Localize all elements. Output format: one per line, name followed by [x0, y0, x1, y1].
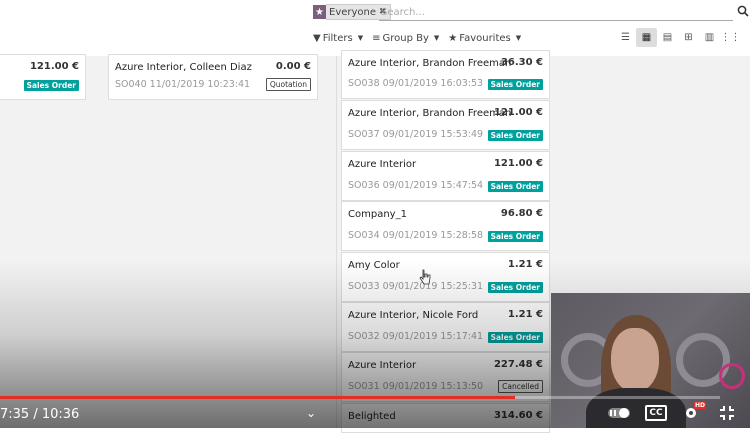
- favourites-label: Favourites: [459, 32, 511, 44]
- calendar-view-icon[interactable]: ▤: [657, 28, 678, 47]
- kanban-card[interactable]: Azure Interior, Nicole Ford 1.21 € SO032…: [341, 302, 550, 352]
- favourites-button[interactable]: ★ Favourites ▼: [448, 33, 521, 44]
- presenter-body: [586, 388, 686, 428]
- hd-badge: HD: [693, 402, 706, 409]
- card-title: Azure Interior, Brandon Freeman: [348, 108, 512, 119]
- exit-fullscreen-icon: [720, 406, 734, 420]
- filter-icon: ▼: [313, 32, 321, 44]
- view-switcher: ☰ ▦ ▤ ⊞ ▥ ⋮⋮: [615, 28, 741, 47]
- group-by-button[interactable]: ≡ Group By ▼: [372, 33, 439, 44]
- video-progress-fill: [0, 396, 515, 399]
- kanban-card[interactable]: Azure Interior, Brandon Freeman 36.30 € …: [341, 50, 550, 99]
- group-by-label: Group By: [382, 32, 429, 44]
- status-badge: Sales Order: [487, 181, 543, 192]
- graph-view-icon[interactable]: ▥: [699, 28, 720, 47]
- kanban-card[interactable]: Azure Interior, Brandon Freeman 121.00 €…: [341, 100, 550, 150]
- kanban-view-icon[interactable]: ▦: [636, 28, 657, 47]
- column-divider: [336, 56, 337, 428]
- filters-button[interactable]: ▼ Filters ▼: [313, 33, 363, 44]
- card-amount: 121.00 €: [493, 158, 543, 169]
- card-reference: SO031 09/01/2019 15:13:50: [348, 381, 484, 392]
- card-amount: 36.30 €: [500, 57, 543, 68]
- card-amount: 121.00 €: [29, 61, 79, 72]
- card-amount: 96.80 €: [500, 208, 543, 219]
- card-title: Azure Interior, Colleen Diaz: [115, 62, 252, 73]
- status-badge: Sales Order: [487, 231, 543, 242]
- video-time: 7:35 / 10:36: [0, 407, 80, 422]
- settings-button[interactable]: HD: [682, 402, 706, 421]
- status-badge: Sales Order: [23, 80, 79, 91]
- chevron-down-icon[interactable]: ⌄: [306, 406, 316, 420]
- status-badge: Cancelled: [498, 380, 543, 393]
- card-reference: SO034 09/01/2019 15:28:58: [348, 230, 484, 241]
- star-icon: ★: [313, 5, 326, 19]
- card-title: Azure Interior: [348, 360, 417, 371]
- grid-view-icon[interactable]: ⋮⋮: [720, 28, 741, 47]
- card-title: Azure Interior: [348, 159, 417, 170]
- card-reference: SO032 09/01/2019 15:17:41: [348, 331, 484, 342]
- card-reference: SO037 09/01/2019 15:53:49: [348, 129, 484, 140]
- card-amount: 121.00 €: [493, 107, 543, 118]
- card-amount: 314.60 €: [493, 410, 543, 421]
- pivot-view-icon[interactable]: ⊞: [678, 28, 699, 47]
- captions-button[interactable]: CC: [645, 405, 667, 421]
- pause-icon: [608, 408, 630, 418]
- cc-icon: CC: [645, 405, 667, 421]
- card-reference: SO033 09/01/2019 15:25:31: [348, 281, 484, 292]
- presenter-face: [611, 328, 659, 392]
- search-icon[interactable]: [737, 5, 749, 17]
- kanban-card[interactable]: Company_1 96.80 € SO034 09/01/2019 15:28…: [341, 201, 550, 251]
- card-reference: SO036 09/01/2019 15:47:54: [348, 180, 484, 191]
- card-title: Company_1: [348, 209, 407, 220]
- card-amount: 1.21 €: [507, 309, 543, 320]
- hand-cursor-icon: [419, 269, 431, 285]
- caret-down-icon: ▼: [357, 34, 364, 42]
- star-icon: ★: [448, 32, 458, 44]
- card-reference: SO038 09/01/2019 16:03:53: [348, 78, 484, 89]
- status-badge: Sales Order: [487, 332, 543, 343]
- card-amount: 227.48 €: [493, 359, 543, 370]
- list-icon: ≡: [372, 32, 381, 44]
- caret-down-icon: ▼: [515, 34, 522, 42]
- card-title: Amy Color: [348, 260, 400, 271]
- kanban-card[interactable]: Belighted 314.60 €: [341, 403, 550, 433]
- status-badge: Sales Order: [487, 282, 543, 293]
- logo-icon: [719, 363, 745, 389]
- card-amount: 1.21 €: [507, 259, 543, 270]
- list-view-icon[interactable]: ☰: [615, 28, 636, 47]
- facet-label: Everyone: [329, 6, 377, 18]
- search-input[interactable]: [379, 4, 733, 21]
- search-bar: ★ Everyone ✖: [0, 0, 750, 24]
- kanban-card[interactable]: 121.00 € Sales Order: [0, 54, 86, 100]
- card-reference: SO040 11/01/2019 10:23:41: [115, 79, 251, 90]
- card-title: Belighted: [348, 411, 396, 422]
- kanban-card[interactable]: Azure Interior, Colleen Diaz 0.00 € SO04…: [108, 54, 318, 100]
- kanban-card[interactable]: Azure Interior 121.00 € SO036 09/01/2019…: [341, 151, 550, 201]
- exit-fullscreen-button[interactable]: [718, 405, 736, 421]
- card-title: Azure Interior, Brandon Freeman: [348, 58, 512, 69]
- caret-down-icon: ▼: [433, 34, 440, 42]
- search-options: ▼ Filters ▼ ≡ Group By ▼ ★ Favourites ▼: [313, 30, 521, 46]
- status-badge: Sales Order: [487, 130, 543, 141]
- kanban-card[interactable]: Amy Color 1.21 € SO033 09/01/2019 15:25:…: [341, 252, 550, 302]
- status-badge: Sales Order: [487, 79, 543, 90]
- card-title: Azure Interior, Nicole Ford: [348, 310, 479, 321]
- video-progress-bar[interactable]: [0, 396, 720, 399]
- kanban-card[interactable]: Azure Interior 227.48 € SO031 09/01/2019…: [341, 352, 550, 402]
- status-badge: Quotation: [265, 78, 311, 91]
- card-amount: 0.00 €: [275, 61, 311, 72]
- filters-label: Filters: [322, 32, 353, 44]
- autoplay-toggle[interactable]: [606, 405, 632, 421]
